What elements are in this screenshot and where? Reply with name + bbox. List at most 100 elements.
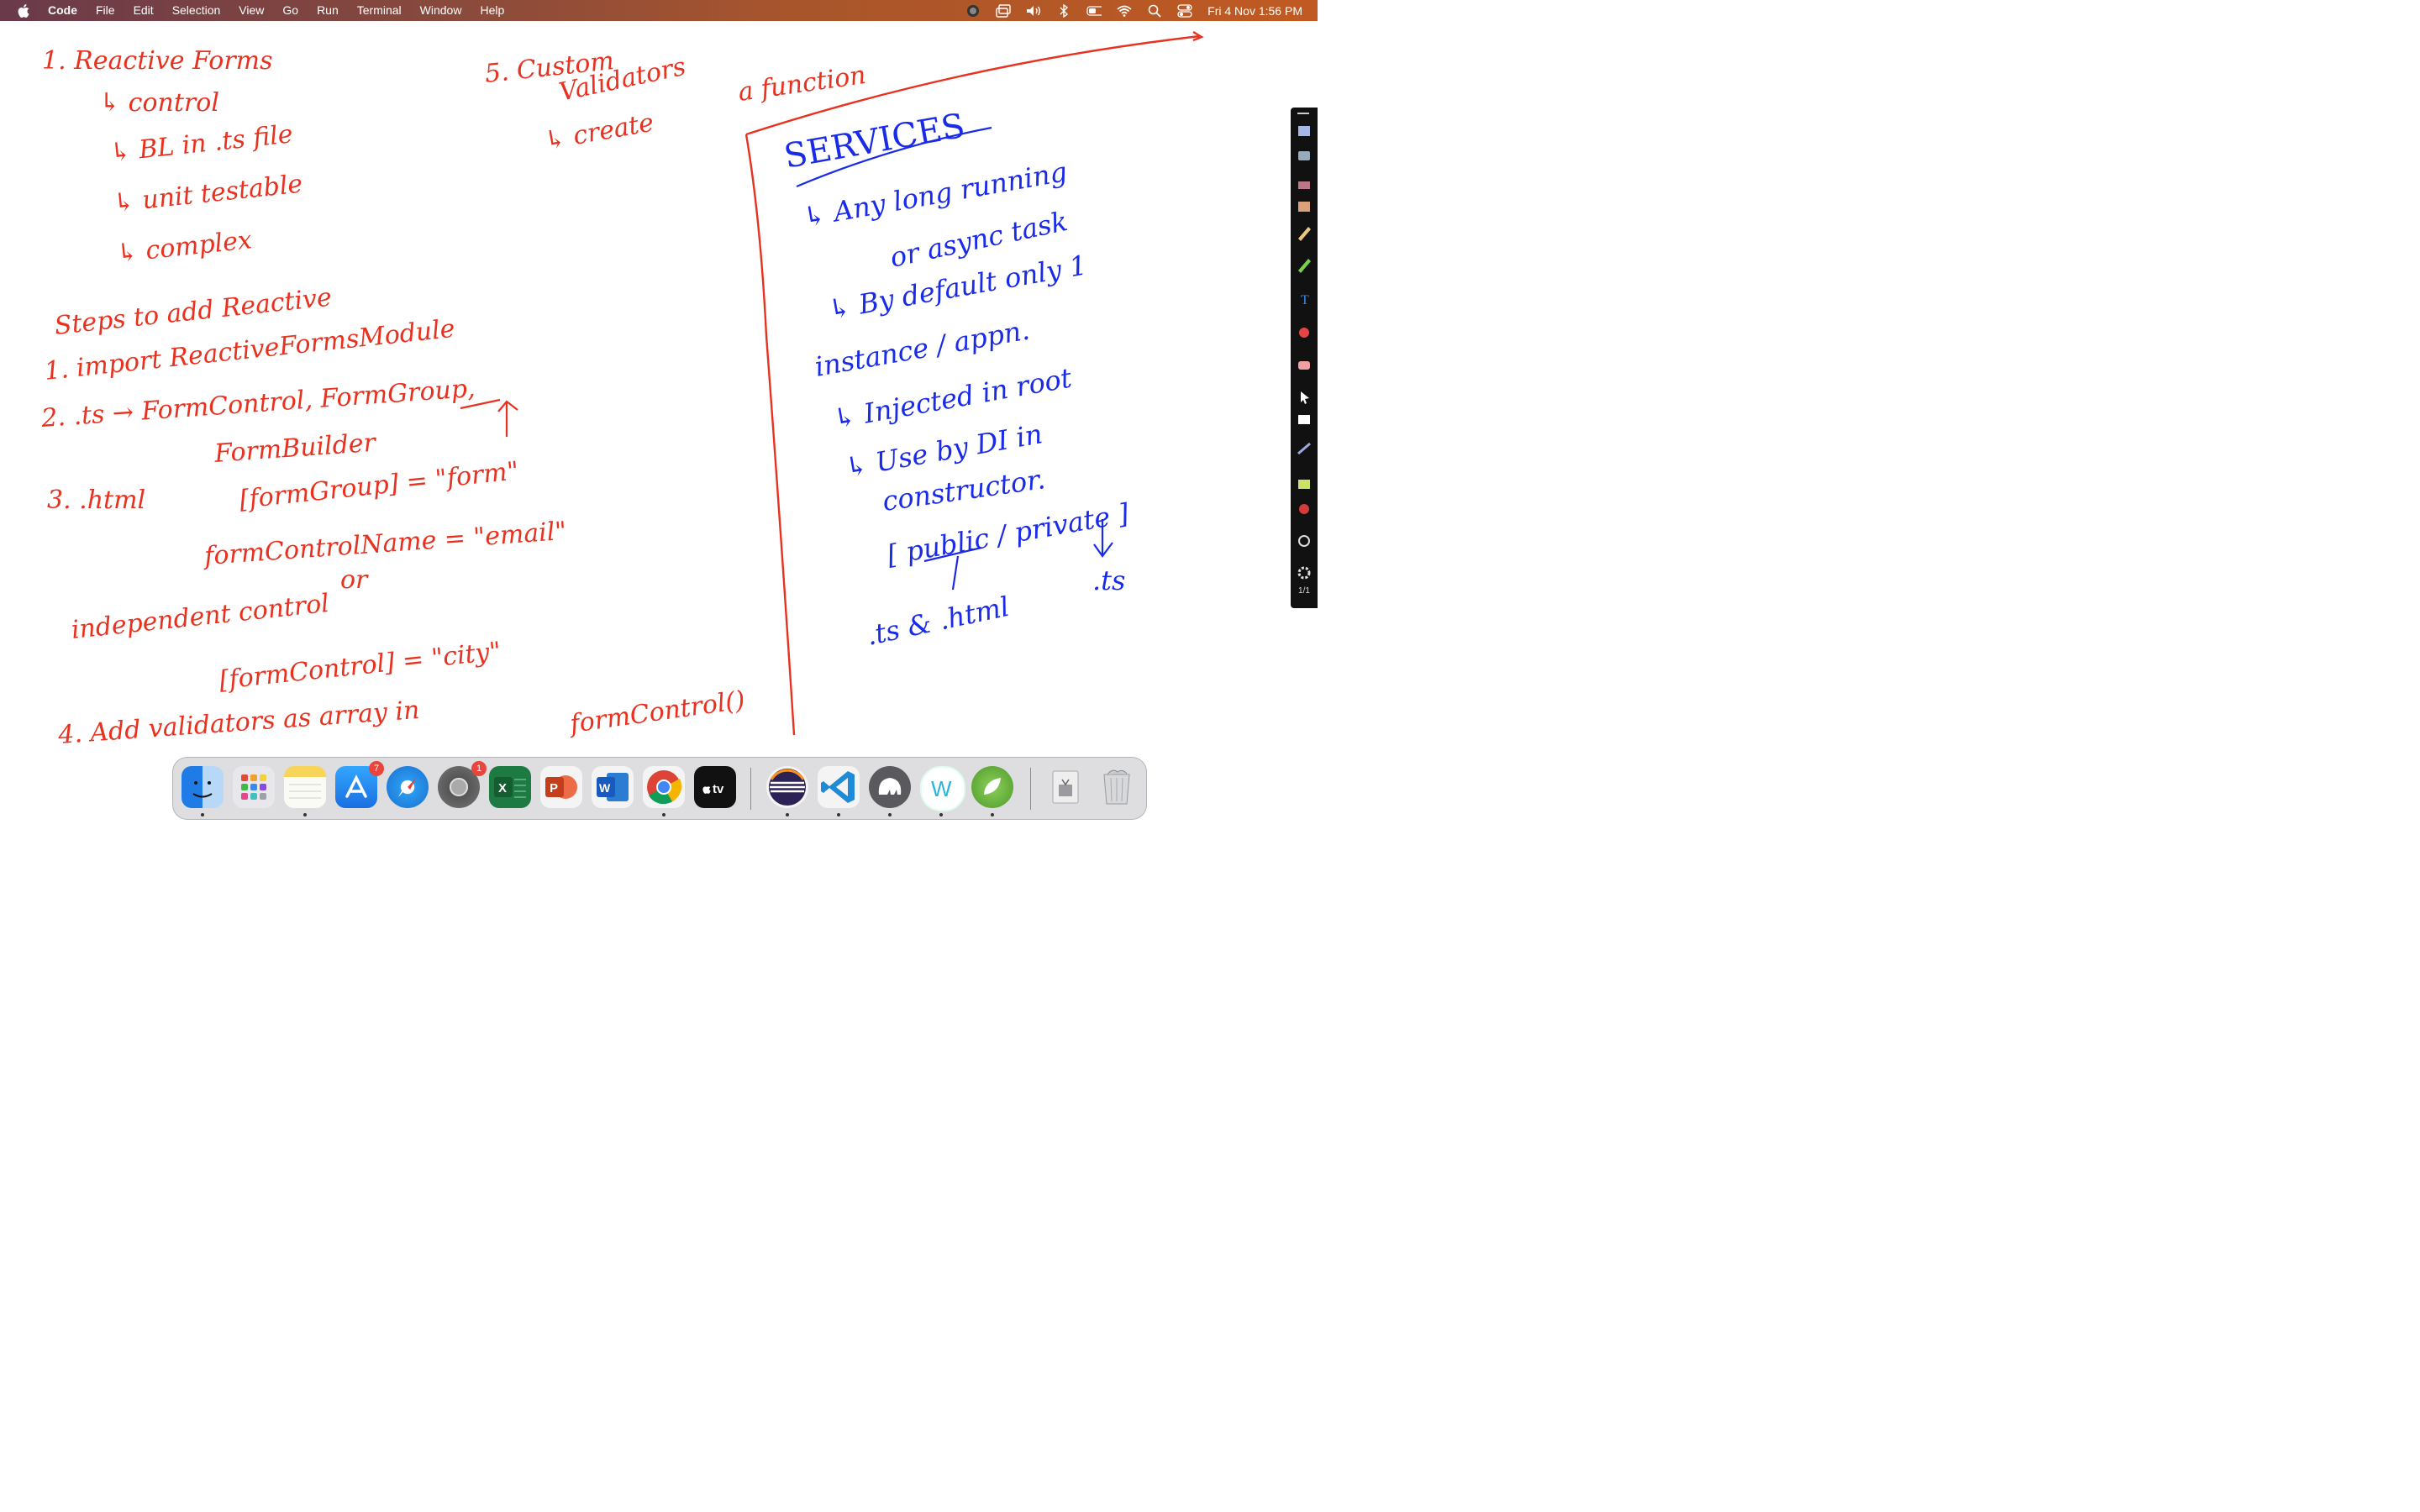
note-reactive-bl: ↳ BL in .ts file bbox=[108, 119, 294, 168]
dock-app-finder[interactable] bbox=[182, 766, 224, 808]
menu-help[interactable]: Help bbox=[480, 0, 504, 21]
note-services-ts: .ts bbox=[1092, 564, 1125, 596]
menu-selection[interactable]: Selection bbox=[172, 0, 221, 21]
note-services-title: SERVICES bbox=[781, 107, 968, 176]
note-independent: independent control bbox=[70, 589, 330, 645]
note-services-line-3: ↳ By default only 1 bbox=[826, 249, 1090, 326]
dock-running-dot bbox=[939, 813, 943, 816]
cursor-icon[interactable] bbox=[1301, 391, 1309, 404]
note-reactive-complex: ↳ complex bbox=[115, 225, 253, 269]
note-services-line-4: instance / appn. bbox=[813, 314, 1032, 383]
menu-bar: Code File Edit Selection View Go Run Ter… bbox=[0, 0, 1318, 21]
note-reactive-forms-title: 1. Reactive Forms bbox=[42, 46, 273, 76]
dock-running-dot bbox=[991, 813, 994, 816]
dock-running-dot bbox=[786, 813, 789, 816]
annotation-toolbar: T 1/1 bbox=[1291, 108, 1318, 608]
note-step-4: 4. Add validators as array in bbox=[56, 696, 420, 750]
dock-app-launchpad[interactable] bbox=[233, 766, 275, 808]
control-center-icon[interactable] bbox=[1177, 3, 1192, 18]
dock-app-notes[interactable] bbox=[284, 766, 326, 808]
note-step-4b: formControl() bbox=[566, 685, 747, 739]
svg-text:X: X bbox=[498, 781, 507, 795]
highlighter-icon[interactable] bbox=[1298, 259, 1311, 273]
dock-app-downloads[interactable] bbox=[1044, 766, 1086, 808]
palette-icon[interactable] bbox=[1298, 202, 1310, 212]
dock-running-dot bbox=[888, 813, 892, 816]
dock-app-chrome[interactable] bbox=[643, 766, 685, 808]
app-store-badge: 7 bbox=[369, 761, 384, 776]
dock-running-dot bbox=[662, 813, 666, 816]
dock-app-eclipse[interactable] bbox=[766, 766, 808, 808]
settings-icon[interactable] bbox=[1297, 566, 1311, 580]
wifi-icon[interactable] bbox=[1117, 4, 1132, 18]
status-area: Fri 4 Nov 1:56 PM bbox=[965, 0, 1302, 21]
note-services-ts-html: .ts & .html bbox=[864, 591, 1013, 652]
line-tool-icon[interactable] bbox=[1297, 442, 1311, 455]
shapes-icon[interactable] bbox=[1299, 328, 1309, 338]
note-custom-create: ↳ create bbox=[542, 108, 655, 156]
system-preferences-badge: 1 bbox=[471, 761, 487, 776]
menu-clock[interactable]: Fri 4 Nov 1:56 PM bbox=[1207, 4, 1302, 18]
dock-app-safari[interactable] bbox=[387, 766, 429, 808]
whiteboard-canvas[interactable]: 1. Reactive Forms ↳ control ↳ BL in .ts … bbox=[0, 21, 1318, 823]
dock-app-webstorm[interactable]: W bbox=[920, 766, 965, 811]
menu-file[interactable]: File bbox=[96, 0, 115, 21]
svg-text:W: W bbox=[931, 776, 952, 801]
record-icon[interactable] bbox=[1299, 504, 1309, 514]
eraser-icon-2[interactable] bbox=[1298, 361, 1310, 370]
dock-running-dot bbox=[303, 813, 307, 816]
app-menu-code[interactable]: Code bbox=[48, 0, 77, 21]
dock: 7 1 X P W tv W bbox=[172, 757, 1147, 820]
volume-icon[interactable] bbox=[1026, 4, 1041, 18]
dock-separator bbox=[1030, 768, 1031, 810]
note-arrows bbox=[460, 398, 518, 437]
note-reactive-testable: ↳ unit testable bbox=[112, 170, 304, 218]
note-step-3c: [formControl] = "city" bbox=[218, 637, 502, 696]
webcam-icon[interactable] bbox=[1298, 535, 1310, 547]
dock-app-vscode[interactable] bbox=[818, 766, 860, 808]
dock-app-trash[interactable] bbox=[1096, 766, 1138, 808]
note-step-3b: formControlName = "email" bbox=[202, 517, 567, 571]
menu-run[interactable]: Run bbox=[317, 0, 339, 21]
dock-app-system-preferences[interactable]: 1 bbox=[438, 761, 487, 808]
note-step-3a: [formGroup] = "form" bbox=[238, 456, 520, 515]
note-step-2b: FormBuilder bbox=[213, 428, 378, 469]
bluetooth-icon[interactable] bbox=[1056, 3, 1071, 18]
text-icon[interactable]: T bbox=[1301, 293, 1309, 307]
siri-icon[interactable] bbox=[965, 4, 981, 18]
spotlight-search-icon[interactable] bbox=[1147, 4, 1162, 18]
menu-window[interactable]: Window bbox=[420, 0, 462, 21]
note-reactive-control: ↳ control bbox=[99, 88, 219, 118]
minimize-icon[interactable] bbox=[1297, 113, 1309, 114]
camera-icon[interactable] bbox=[1298, 151, 1310, 160]
apple-icon[interactable] bbox=[18, 3, 31, 18]
dock-app-excel[interactable]: X bbox=[489, 766, 531, 808]
whiteboard-icon[interactable] bbox=[1298, 415, 1310, 424]
pen-icon[interactable] bbox=[1298, 227, 1311, 241]
menu-view[interactable]: View bbox=[239, 0, 264, 21]
dock-app-word[interactable]: W bbox=[592, 766, 634, 808]
note-step-2: 2. .ts → FormControl, FormGroup, bbox=[39, 374, 476, 433]
screenshot-icon[interactable] bbox=[1298, 126, 1310, 136]
note-step-3: 3. .html bbox=[47, 486, 145, 515]
page-counter: 1/1 bbox=[1298, 586, 1310, 596]
fill-color-icon[interactable] bbox=[1298, 480, 1310, 489]
menu-go[interactable]: Go bbox=[282, 0, 298, 21]
menu-edit[interactable]: Edit bbox=[134, 0, 154, 21]
menu-terminal[interactable]: Terminal bbox=[357, 0, 402, 21]
display-mirroring-icon[interactable] bbox=[996, 3, 1011, 18]
note-or: or bbox=[340, 565, 369, 595]
battery-icon[interactable] bbox=[1086, 4, 1102, 18]
dock-app-app-store[interactable]: 7 bbox=[335, 761, 384, 808]
dock-app-apple-tv[interactable]: tv bbox=[694, 766, 736, 808]
dock-app-mamp[interactable] bbox=[869, 766, 911, 808]
dock-app-powerpoint[interactable]: P bbox=[540, 766, 582, 808]
dock-app-spring-tool-suite[interactable] bbox=[971, 766, 1013, 808]
eraser-icon[interactable] bbox=[1298, 181, 1310, 189]
dock-running-dot bbox=[201, 813, 204, 816]
note-custom-function: a function bbox=[736, 60, 867, 108]
svg-text:W: W bbox=[599, 781, 611, 795]
dock-separator bbox=[750, 768, 751, 810]
svg-text:P: P bbox=[550, 781, 558, 795]
apple-tv-label: tv bbox=[713, 782, 724, 796]
